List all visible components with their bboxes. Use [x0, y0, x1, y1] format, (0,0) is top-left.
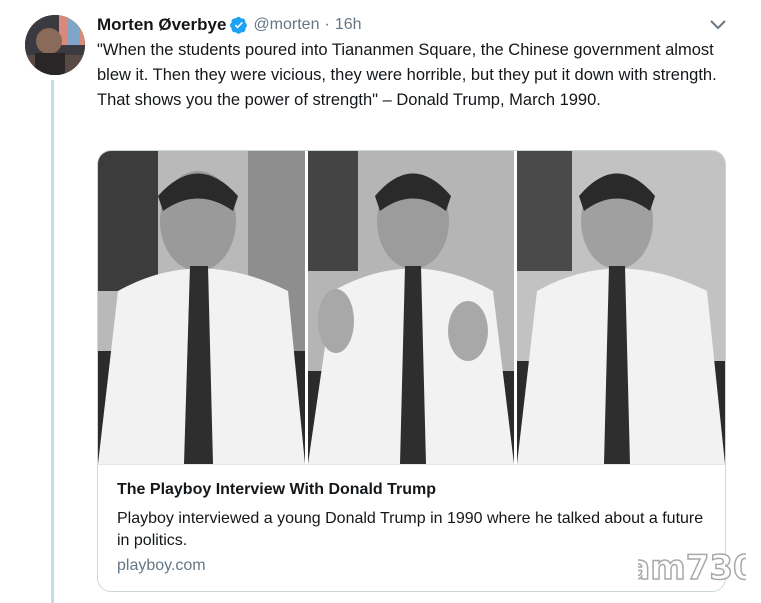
card-photo-right — [517, 151, 725, 464]
verified-badge-icon — [230, 16, 248, 34]
card-description: Playboy interviewed a young Donald Trump… — [117, 510, 704, 549]
am730-watermark-logo: am730 — [638, 543, 746, 589]
tweet-header: Morten Øverbye @morten · 16h — [97, 13, 731, 37]
header-separator: · — [324, 16, 330, 33]
watermark-text: am730 — [638, 548, 746, 588]
tweet-text: "When the students poured into Tiananmen… — [97, 41, 717, 109]
card-photo-middle — [308, 151, 514, 464]
thread-line — [51, 80, 54, 603]
link-card[interactable]: The Playboy Interview With Donald Trump … — [97, 150, 726, 592]
avatar-photo — [25, 15, 85, 75]
tweet-timestamp[interactable]: 16h — [335, 16, 362, 34]
card-body: The Playboy Interview With Donald Trump … — [98, 464, 725, 591]
author-handle[interactable]: @morten — [253, 16, 319, 34]
chevron-down-icon[interactable] — [709, 18, 727, 32]
card-photo-left — [98, 151, 305, 464]
card-title[interactable]: The Playboy Interview With Donald Trump — [117, 481, 436, 499]
author-name[interactable]: Morten Øverbye — [97, 15, 226, 35]
avatar[interactable] — [25, 15, 85, 75]
card-domain[interactable]: playboy.com — [117, 557, 206, 575]
card-image — [98, 151, 725, 464]
